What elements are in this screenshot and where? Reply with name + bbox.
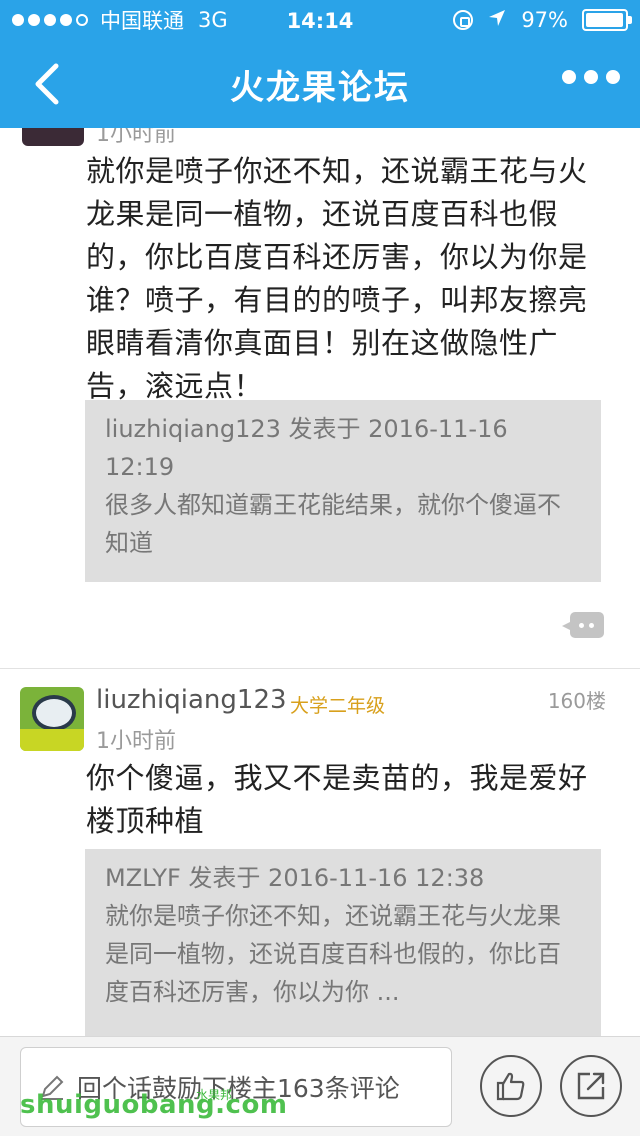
- carrier-name: 中国联通: [100, 9, 184, 33]
- battery-percent: 97%: [521, 8, 568, 32]
- avatar[interactable]: [20, 687, 84, 751]
- username[interactable]: liuzhiqiang123: [96, 685, 287, 715]
- chevron-left-icon: [35, 63, 59, 105]
- rotation-lock-icon: [453, 10, 474, 30]
- post-body: 你个傻逼，我又不是卖苗的，我是爱好楼顶种植: [86, 761, 588, 838]
- comment-icon[interactable]: [562, 612, 604, 638]
- location-arrow-icon: [487, 8, 507, 33]
- quote-text: 就你是喷子你还不知，还说霸王花与火龙果是同一植物，还说百度百科也假的，你比百度百…: [105, 902, 561, 1006]
- thumbs-up-icon: [496, 1072, 525, 1101]
- post-time: 1小时前: [96, 128, 176, 147]
- network-type: 3G: [198, 8, 228, 32]
- like-button[interactable]: [480, 1055, 542, 1117]
- quote-block: liuzhiqiang123 发表于 2016-11-16 12:19 很多人都…: [85, 400, 601, 582]
- share-icon: [577, 1072, 605, 1100]
- user-level-badge: 大学二年级: [290, 695, 386, 717]
- post-body: 就你是喷子你还不知，还说霸王花与火龙果是同一植物，还说百度百科也假的，你比百度百…: [86, 154, 588, 403]
- quote-text: 很多人都知道霸王花能结果，就你个傻逼不知道: [105, 491, 561, 557]
- status-bar: 中国联通 3G 14:14 97%: [0, 0, 640, 40]
- watermark: shuiguobang.com: [20, 1090, 288, 1120]
- avatar[interactable]: [22, 128, 84, 146]
- status-time: 14:14: [286, 9, 354, 33]
- battery-fill: [586, 13, 623, 27]
- battery-icon: [582, 9, 632, 31]
- post-item: liuzhiqiang123 大学二年级 160楼 1小时前 你个傻逼，我又不是…: [0, 669, 640, 1036]
- more-button[interactable]: [562, 70, 620, 84]
- nav-bar: 火龙果论坛: [0, 40, 640, 128]
- floor-number: 160楼: [547, 689, 606, 713]
- thread-content[interactable]: 1小时前 就你是喷子你还不知，还说霸王花与火龙果是同一植物，还说百度百科也假的，…: [0, 128, 640, 1036]
- share-button[interactable]: [560, 1055, 622, 1117]
- quote-header: liuzhiqiang123 发表于 2016-11-16 12:19: [105, 415, 508, 481]
- back-button[interactable]: [26, 60, 70, 108]
- header: 中国联通 3G 14:14 97% 火龙果论坛: [0, 0, 640, 128]
- quote-header: MZLYF 发表于 2016-11-16 12:38: [105, 864, 485, 892]
- more-dots-icon: [562, 70, 576, 84]
- watermark-small: 水果邦: [196, 1088, 233, 1102]
- page-title: 火龙果论坛: [230, 67, 410, 108]
- post-item: 1小时前 就你是喷子你还不知，还说霸王花与火龙果是同一植物，还说百度百科也假的，…: [0, 128, 640, 668]
- quote-block: MZLYF 发表于 2016-11-16 12:38 就你是喷子你还不知，还说霸…: [85, 849, 601, 1036]
- signal-strength-icon: [12, 14, 88, 26]
- post-time: 1小时前: [96, 729, 176, 754]
- bottom-bar: 回个话鼓励下楼主163条评论: [0, 1036, 640, 1136]
